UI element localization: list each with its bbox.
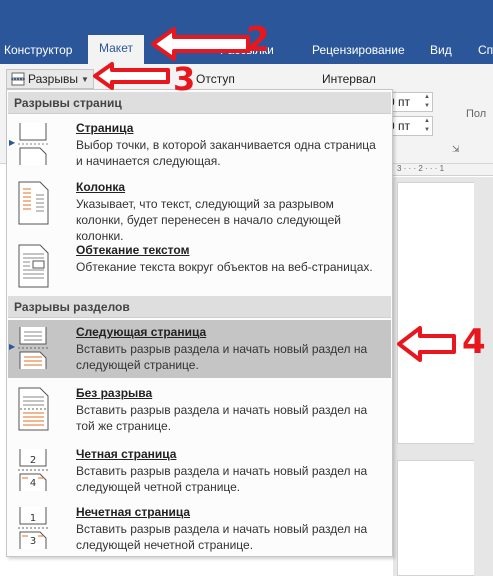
menu-item-desc: Выбор точки, в которой заканчивается одн… (76, 138, 376, 168)
annotation-arrow-4-icon (397, 326, 456, 362)
annotation-label-2: 2 (246, 20, 270, 60)
horizontal-ruler: 3 · · · 2 · · · 1 (393, 164, 493, 176)
section-breaks-header: Разрывы разделов (8, 296, 391, 318)
breaks-label: Разрывы (28, 72, 78, 86)
breaks-button[interactable]: Разрывы ▼ (6, 69, 94, 89)
page-breaks-header: Разрывы страниц (8, 92, 391, 114)
indent-label: Отступ (196, 72, 235, 86)
text-wrap-icon (18, 244, 49, 288)
interval-label: Интервал (322, 72, 376, 86)
pointer-marker-icon: ▶ (9, 342, 16, 351)
annotation-arrow-2-icon (151, 27, 250, 61)
menu-item-next-page[interactable]: ▶ Следующая страница Вставить разрыв раз… (8, 320, 391, 378)
breaks-icon (11, 72, 25, 86)
tab-view[interactable]: Вид (430, 40, 452, 64)
column-break-icon (18, 181, 49, 225)
svg-text:4: 4 (30, 478, 36, 489)
menu-item-even-page[interactable]: 2 4 Четная страница Вставить разрыв разд… (8, 442, 391, 500)
menu-item-desc: Вставить разрыв раздела и начать новый р… (76, 342, 368, 372)
odd-page-icon: 1 3 (18, 507, 50, 549)
tab-more[interactable]: Сп (478, 40, 493, 64)
menu-item-desc: Вставить разрыв раздела и начать новый р… (76, 464, 368, 494)
menu-item-title: Без разрыва (76, 386, 153, 400)
menu-item-desc: Обтекание текста вокруг объектов на веб-… (76, 260, 373, 274)
annotation-label-4: 4 (462, 322, 486, 362)
tab-review[interactable]: Рецензирование (312, 40, 405, 64)
continuous-icon (18, 387, 49, 431)
menu-item-title: Четная страница (76, 447, 177, 461)
dialog-launcher-icon[interactable]: ⇲ (452, 144, 460, 155)
menu-item-column-break[interactable]: Колонка Указывает, что текст, следующий … (8, 175, 391, 243)
pointer-marker-icon: ▶ (9, 138, 16, 147)
chevron-down-icon: ▼ (80, 74, 89, 84)
tab-layout[interactable]: Макет (88, 35, 144, 64)
breaks-dropdown-menu: Разрывы страниц ▶ Страница Выбор точки, … (6, 89, 393, 557)
even-page-icon: 2 4 (18, 449, 50, 491)
tab-constructor[interactable]: Конструктор (4, 40, 72, 64)
menu-item-title: Обтекание текстом (76, 243, 190, 257)
annotation-label-3: 3 (173, 60, 196, 98)
vertical-scrollbar[interactable] (474, 177, 493, 576)
menu-item-desc: Вставить разрыв раздела и начать новый р… (76, 403, 368, 433)
menu-item-title: Колонка (76, 180, 126, 194)
menu-item-title: Нечетная страница (76, 505, 191, 519)
svg-text:3: 3 (30, 536, 36, 547)
next-page-icon (18, 327, 50, 369)
menu-item-continuous[interactable]: Без разрыва Вставить разрыв раздела и на… (8, 381, 391, 442)
spin-arrows-icon[interactable]: ▲ ▼ (422, 117, 432, 135)
annotation-arrow-3-icon (93, 62, 170, 90)
menu-item-page-break[interactable]: ▶ Страница Выбор точки, в которой заканч… (8, 116, 391, 175)
menu-item-desc: Вставить разрыв раздела и начать новый р… (76, 522, 368, 552)
menu-item-desc: Указывает, что текст, следующий за разры… (76, 197, 341, 243)
menu-item-odd-page[interactable]: 1 3 Нечетная страница Вставить разрыв ра… (8, 500, 391, 556)
menu-item-text-wrap[interactable]: Обтекание текстом Обтекание текста вокру… (8, 238, 391, 296)
svg-text:2: 2 (30, 455, 36, 466)
svg-text:1: 1 (30, 513, 36, 524)
spin-arrows-icon[interactable]: ▲ ▼ (422, 93, 432, 111)
ruler-ticks: 3 · · · 2 · · · 1 (397, 164, 445, 173)
menu-item-title: Следующая страница (76, 325, 207, 339)
page-break-icon (18, 123, 50, 165)
menu-item-title: Страница (76, 121, 134, 135)
position-label: Пол (466, 108, 487, 120)
